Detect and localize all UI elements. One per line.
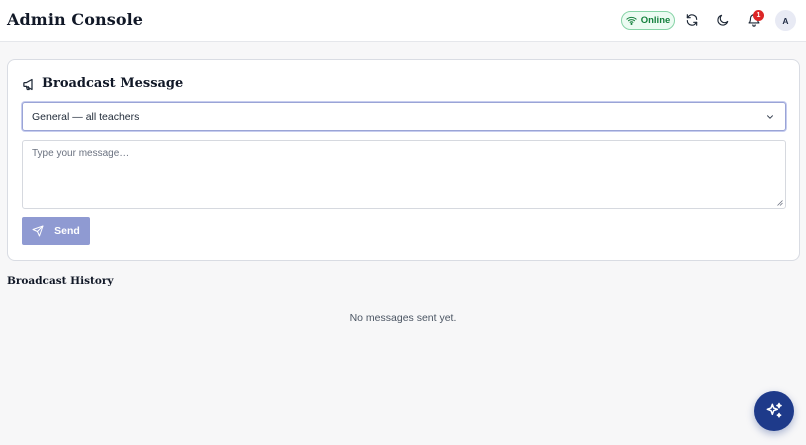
megaphone-icon xyxy=(23,78,33,91)
sparkles-icon xyxy=(766,402,782,418)
chevron-down-icon xyxy=(767,115,773,119)
refresh-button[interactable] xyxy=(682,10,702,30)
audience-select[interactable]: General — all teachers xyxy=(22,102,786,131)
broadcast-history-title: Broadcast History xyxy=(7,275,114,287)
refresh-icon xyxy=(686,14,698,26)
send-icon xyxy=(32,225,44,237)
history-empty-message: No messages sent yet. xyxy=(349,312,457,324)
message-placeholder: Type your message… xyxy=(32,148,130,159)
connection-status-label: Online xyxy=(640,15,671,26)
audience-select-value: General — all teachers xyxy=(32,110,140,123)
theme-toggle-button[interactable] xyxy=(713,10,733,30)
ai-assistant-button[interactable] xyxy=(754,391,794,431)
send-button[interactable]: Send xyxy=(22,217,90,245)
wifi-icon xyxy=(626,16,637,25)
user-avatar[interactable]: A xyxy=(775,10,796,31)
app-title: Admin Console xyxy=(7,10,144,29)
resize-grip-icon[interactable] xyxy=(777,200,783,206)
moon-icon xyxy=(717,14,729,26)
notification-count-badge: 1 xyxy=(753,10,764,21)
message-textarea[interactable]: Type your message… xyxy=(22,140,786,209)
connection-status-badge: Online xyxy=(621,11,675,30)
send-button-label: Send xyxy=(54,225,80,237)
broadcast-message-card: Broadcast Message General — all teachers… xyxy=(7,59,800,261)
top-bar: Admin Console Online 1 A xyxy=(0,0,806,42)
broadcast-title: Broadcast Message xyxy=(42,76,184,91)
